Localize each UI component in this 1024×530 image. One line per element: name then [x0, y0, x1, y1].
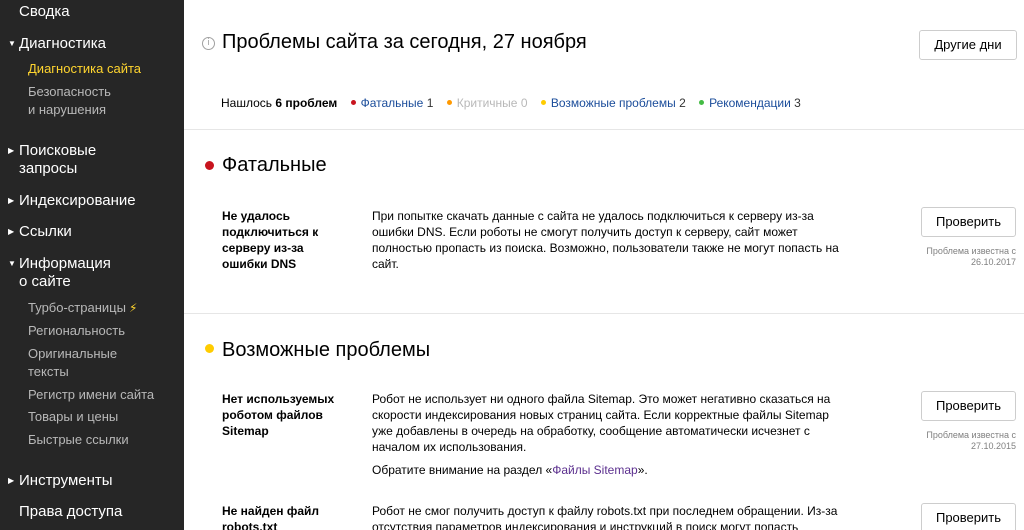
caret-right-icon: ▶ — [8, 227, 15, 236]
nav-site-diagnostics[interactable]: Диагностика сайта — [28, 60, 141, 78]
problem-title: Не удалось подключиться к серверу из-за … — [222, 209, 319, 271]
caret-down-icon: ▼ — [8, 39, 16, 48]
rocket-icon: ⚡ — [128, 301, 138, 315]
green-dot-icon — [699, 100, 705, 106]
problem-description: Робот не использует ни одного файла Site… — [372, 391, 872, 478]
problem-description: Робот не смог получить доступ к файлу ro… — [372, 504, 838, 530]
check-button[interactable]: Проверить — [921, 503, 1016, 530]
nav-links[interactable]: ▶ Ссылки — [8, 223, 72, 241]
problem-description: При попытке скачать данные с сайта не уд… — [372, 209, 839, 271]
nav-regionality[interactable]: Региональность — [28, 322, 125, 340]
problem-known-since: Проблема известна с 27.10.2015 — [926, 430, 1016, 451]
check-button[interactable]: Проверить — [921, 207, 1016, 237]
page-header: i Проблемы сайта за сегодня, 27 ноября Д… — [184, 0, 1024, 130]
nav-indexing[interactable]: ▶ Индексирование — [8, 192, 136, 210]
nav-security[interactable]: Безопасность и нарушения — [28, 83, 111, 119]
caret-right-icon: ▶ — [8, 476, 15, 485]
problem-title: Нет используемых роботом файлов Sitemap — [222, 392, 335, 438]
check-button[interactable]: Проверить — [921, 391, 1016, 421]
summary-fatal[interactable]: Фатальные 1 — [350, 96, 437, 110]
sidebar: Сводка ▼ Диагностика Диагностика сайта Б… — [0, 0, 184, 530]
nav-diagnostics[interactable]: ▼ Диагностика — [8, 35, 106, 53]
info-icon[interactable]: i — [202, 37, 215, 50]
nav-tools[interactable]: ▶ Инструменты — [8, 472, 113, 490]
caret-right-icon: ▶ — [8, 146, 15, 155]
summary-critical: Критичные 0 — [446, 96, 531, 110]
section-title-fatal: Фатальные — [222, 154, 327, 176]
nav-original-texts[interactable]: Оригинальные тексты — [28, 345, 117, 381]
red-dot-icon — [205, 161, 214, 170]
page-title: Проблемы сайта за сегодня, 27 ноября — [222, 31, 587, 53]
nav-site-info[interactable]: ▼ Информация о сайте — [8, 255, 111, 291]
other-days-button[interactable]: Другие дни — [919, 30, 1017, 60]
caret-right-icon: ▶ — [8, 196, 15, 205]
sitemap-files-link[interactable]: Файлы Sitemap — [552, 463, 637, 477]
orange-dot-icon — [446, 100, 452, 106]
summary-recommendations[interactable]: Рекомендации 3 — [699, 96, 801, 110]
yellow-dot-icon — [205, 344, 214, 353]
red-dot-icon — [350, 100, 356, 106]
yellow-dot-icon — [540, 100, 546, 106]
sitemap-note: Обратите внимание на раздел «Файлы Sitem… — [372, 463, 648, 477]
summary-possible[interactable]: Возможные проблемы 2 — [540, 96, 689, 110]
section-divider — [184, 313, 1024, 314]
problem-title: Не найден файл robots.txt — [222, 504, 320, 530]
nav-products-prices[interactable]: Товары и цены — [28, 408, 118, 426]
problems-summary: Нашлось 6 проблем Фатальные 1 Критичные … — [221, 96, 801, 110]
caret-down-icon: ▼ — [8, 259, 16, 268]
nav-turbo-pages[interactable]: Турбо-страницы ⚡ — [28, 299, 137, 317]
main-content: i Проблемы сайта за сегодня, 27 ноября Д… — [184, 0, 1024, 530]
nav-summary[interactable]: Сводка — [19, 3, 70, 21]
nav-search-queries[interactable]: ▶ Поисковые запросы — [8, 142, 96, 178]
nav-site-name-case[interactable]: Регистр имени сайта — [28, 386, 154, 404]
nav-quick-links[interactable]: Быстрые ссылки — [28, 431, 129, 449]
problem-known-since: Проблема известна с 26.10.2017 — [926, 246, 1016, 267]
nav-access-rights[interactable]: Права доступа — [19, 503, 122, 521]
section-title-possible: Возможные проблемы — [222, 339, 431, 361]
